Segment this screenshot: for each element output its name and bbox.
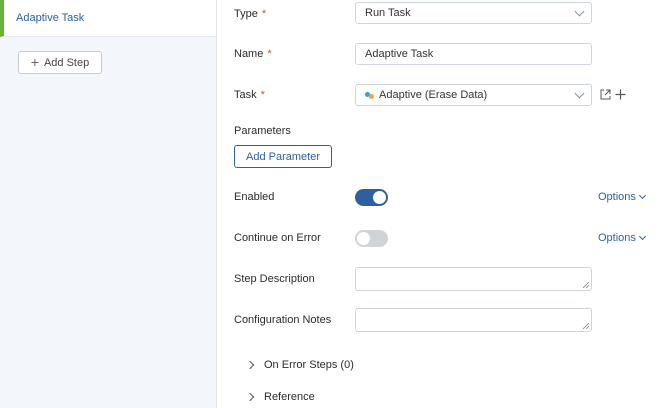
continue-on-error-toggle[interactable] [355, 230, 388, 247]
continue-on-error-label: Continue on Error [234, 232, 321, 244]
type-select[interactable]: Run Task [355, 2, 592, 24]
options-label: Options [598, 191, 636, 203]
plus-icon: + [30, 54, 39, 70]
reference-label: Reference [264, 391, 315, 403]
enabled-label: Enabled [234, 191, 275, 203]
enabled-options-link[interactable]: Options [598, 191, 646, 203]
task-select[interactable]: Adaptive (Erase Data) [355, 84, 592, 106]
step-item-label: Adaptive Task [16, 12, 85, 24]
reference-expander[interactable]: Reference [245, 391, 315, 403]
on-error-steps-expander[interactable]: On Error Steps (0) [245, 359, 354, 371]
task-label: Task * [234, 89, 265, 101]
chevron-right-icon [245, 360, 255, 370]
steps-sidebar: Adaptive Task + Add Step [0, 0, 217, 408]
chevron-right-icon [245, 392, 255, 402]
required-marker: * [261, 8, 267, 20]
external-link-icon[interactable] [599, 88, 612, 101]
resize-handle-icon[interactable] [583, 323, 589, 329]
chevron-down-icon [638, 191, 646, 200]
step-description-label: Step Description [234, 273, 315, 285]
required-marker: * [260, 89, 265, 101]
add-step-label: Add Step [43, 56, 90, 69]
configuration-notes-label: Configuration Notes [234, 314, 332, 326]
chevron-down-icon [574, 6, 585, 17]
task-select-value: Adaptive (Erase Data) [379, 89, 488, 101]
name-input-value: Adaptive Task [365, 48, 434, 60]
type-select-value: Run Task [365, 7, 411, 19]
on-error-steps-label: On Error Steps (0) [264, 359, 354, 371]
enabled-toggle[interactable] [355, 189, 388, 206]
chevron-down-icon [574, 88, 585, 99]
configuration-notes-textarea[interactable] [355, 308, 592, 332]
plus-icon[interactable] [614, 88, 627, 101]
step-description-textarea[interactable] [355, 267, 592, 291]
parameters-label: Parameters [234, 125, 291, 137]
type-label: Type * [234, 8, 267, 20]
add-step-button[interactable]: + Add Step [18, 51, 102, 74]
resize-handle-icon[interactable] [583, 282, 589, 288]
step-item-adaptive-task[interactable]: Adaptive Task [0, 0, 216, 37]
continue-on-error-options-link[interactable]: Options [598, 232, 646, 244]
options-label: Options [598, 232, 636, 244]
name-label: Name * [234, 48, 272, 60]
name-input[interactable]: Adaptive Task [355, 43, 592, 65]
adaptive-logo-icon [365, 91, 375, 99]
required-marker: * [267, 48, 272, 60]
toggle-knob [357, 232, 370, 245]
add-parameter-button[interactable]: Add Parameter [234, 145, 332, 168]
toggle-knob [373, 191, 386, 204]
chevron-down-icon [638, 232, 646, 241]
